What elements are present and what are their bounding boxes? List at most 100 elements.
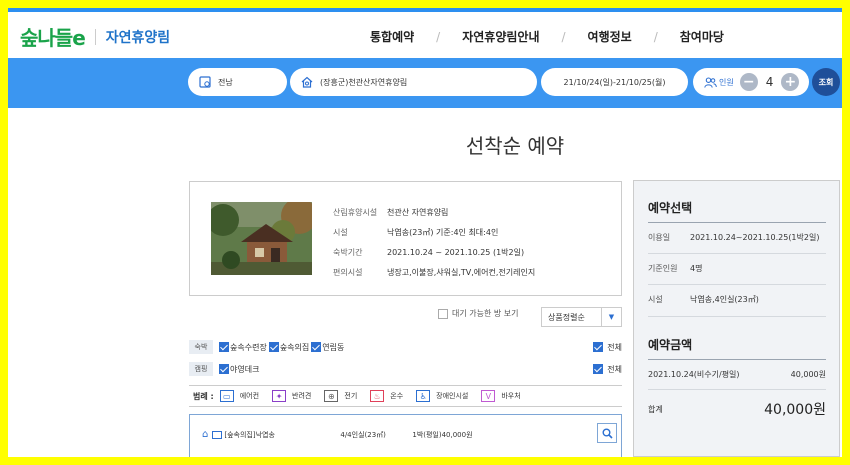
sidebar-value: 4명 — [690, 264, 703, 273]
option-label: 전체 — [607, 342, 622, 352]
option-camping-deck[interactable]: 야영데크 — [219, 364, 259, 375]
forest-select[interactable]: (장흥군)천관산자연휴양림 — [290, 68, 537, 96]
option-forest-training[interactable]: 숲속수련장 — [219, 342, 267, 353]
waiting-filter[interactable]: 대기 가능한 방 보기 — [438, 308, 519, 319]
query-button[interactable]: 조회 — [812, 68, 840, 96]
legend-text: 장애인시설 — [436, 392, 469, 400]
nav-item-travel[interactable]: 여행정보 — [588, 28, 632, 45]
info-row-room: 시설 낙엽송(23㎡) 기준:4인 최대:4인 — [333, 227, 535, 238]
legend-text: 바우처 — [501, 392, 521, 400]
option-label: 연립동 — [322, 342, 345, 352]
nav-separator: / — [561, 29, 566, 44]
legend-accessible: ♿ 장애인시설 — [416, 390, 468, 402]
select-title: 예약선택 — [648, 201, 693, 215]
search-bar: 전남 (장흥군)천관산자연휴양림 21/10/24(일)-21/10/25(월)… — [8, 58, 842, 108]
map-icon — [198, 75, 212, 89]
amount-title: 예약금액 — [648, 338, 693, 352]
divider — [648, 359, 826, 360]
facility-photo — [211, 202, 312, 275]
option-forest-house[interactable]: 숲속의집 — [268, 342, 309, 353]
home-icon: ⌂ — [202, 429, 209, 440]
site-name: 자연휴양림 — [105, 29, 171, 46]
sidebar-value: 2021.10.24~2021.10.25(1박2일) — [690, 233, 820, 242]
person-plus-button[interactable]: + — [781, 73, 800, 91]
amount-row: 2021.10.24(비수기/평일) 40,000원 — [648, 369, 826, 380]
sidebar-key: 시설 — [648, 295, 663, 304]
info-key: 숙박기간 — [333, 248, 363, 257]
info-key: 산림휴양시설 — [333, 208, 378, 217]
info-row-amenities: 편의시설 냉장고,이불장,샤워실,TV,에어컨,전기레인지 — [333, 267, 535, 278]
nav-separator: / — [653, 29, 658, 44]
waiting-label: 대기 가능한 방 보기 — [452, 309, 519, 318]
hot-spring-icon: ♨ — [370, 390, 385, 402]
total-row: 합계 40,000원 — [648, 399, 826, 419]
stay-tag: 숙박 — [189, 340, 213, 354]
legend-air-conditioner: ▭ 에어컨 — [219, 390, 260, 402]
search-icon — [602, 428, 613, 439]
divider — [648, 222, 826, 223]
logo-mark: 숲나들e — [20, 22, 86, 51]
info-key: 시설 — [333, 228, 348, 237]
stay-all-option[interactable]: 전체 — [593, 342, 622, 353]
option-label: 야영데크 — [230, 364, 260, 374]
person-counter: 인원 − 4 + — [693, 68, 809, 96]
info-key: 편의시설 — [333, 268, 363, 277]
checkbox[interactable] — [593, 342, 604, 352]
legend-electric: ⊕ 전기 — [324, 390, 357, 402]
facility-info-box: 산림휴양시설 천관산 자연휴양림 시설 낙엽송(23㎡) 기준:4인 최대:4인… — [189, 181, 622, 296]
legend-pet: ✦ 반려견 — [272, 390, 311, 402]
logo-text: 숲나들e — [20, 26, 86, 50]
total-label: 합계 — [648, 404, 663, 414]
facility-info-rows: 산림휴양시설 천관산 자연휴양림 시설 낙엽송(23㎡) 기준:4인 최대:4인… — [333, 207, 535, 287]
info-row-facility: 산림휴양시설 천관산 자연휴양림 — [333, 207, 535, 218]
date-range-select[interactable]: 21/10/24(일)-21/10/25(월) — [541, 68, 688, 96]
checkbox[interactable] — [219, 364, 229, 374]
room-search-button[interactable] — [597, 423, 617, 443]
logo[interactable]: 숲나들e 자연휴양림 — [20, 22, 170, 51]
legend: 범례 : ▭ 에어컨 ✦ 반려견 ⊕ 전기 ♨ 온수 ♿ 장애인시설 V 바우처 — [189, 385, 622, 407]
total-value: 40,000원 — [764, 402, 826, 418]
legend-text: 에어컨 — [239, 392, 260, 400]
room-name: [숲속의집]낙엽송 — [224, 430, 275, 439]
sidebar-row-people: 기준인원 4명 — [648, 263, 826, 274]
option-row-house[interactable]: 연립동 — [311, 342, 344, 353]
checkbox[interactable] — [268, 342, 279, 352]
room-list: ⌂ [숲속의집]낙엽송 4/4인실(23㎡) 1박(평일)40,000원 — [189, 414, 622, 457]
room-row[interactable]: ⌂ [숲속의집]낙엽송 4/4인실(23㎡) 1박(평일)40,000원 — [202, 429, 612, 440]
info-value: 낙엽송(23㎡) 기준:4인 최대:4인 — [387, 228, 499, 237]
accessible-icon: ♿ — [416, 390, 431, 402]
checkbox[interactable] — [593, 364, 604, 374]
option-label: 전체 — [607, 364, 622, 374]
info-value: 냉장고,이불장,샤워실,TV,에어컨,전기레인지 — [387, 268, 536, 277]
forest-value: (장흥군)천관산자연휴양림 — [320, 77, 408, 87]
waiting-checkbox[interactable] — [438, 308, 448, 319]
legend-text: 전기 — [344, 392, 358, 400]
legend-hot-water: ♨ 온수 — [370, 390, 403, 402]
nav-item-forest-info[interactable]: 자연휴양림안내 — [462, 28, 539, 45]
sort-select[interactable]: 상품정렬순 ▼ — [541, 307, 622, 327]
legend-label: 범례 : — [193, 391, 214, 401]
amount-value: 40,000원 — [790, 370, 826, 379]
air-conditioner-icon: ▭ — [219, 390, 234, 402]
camp-all-option[interactable]: 전체 — [593, 364, 622, 375]
nav-item-community[interactable]: 참여마당 — [680, 28, 724, 45]
room-price: 1박(평일)40,000원 — [412, 430, 473, 439]
room-size: 4/4인실(23㎡) — [340, 430, 386, 439]
person-count: 4 — [765, 75, 774, 89]
stay-options: 숙박 숲속수련장 숲속의집 연립동 전체 — [189, 338, 622, 356]
sidebar-row-facility: 시설 낙엽송,4인실(23㎡) — [648, 294, 826, 305]
page: 숲나들e 자연휴양림 통합예약 / 자연휴양림안내 / 여행정보 / 참여마당 … — [8, 8, 842, 457]
checkbox[interactable] — [311, 342, 322, 352]
divider — [648, 284, 826, 285]
nav-item-reservation[interactable]: 통합예약 — [370, 28, 414, 45]
logo-divider — [94, 28, 96, 45]
person-label: 인원 — [719, 77, 734, 87]
electric-icon: ⊕ — [324, 390, 339, 402]
air-conditioner-icon — [212, 430, 223, 439]
legend-text: 반려견 — [292, 392, 312, 400]
info-value: 천관산 자연휴양림 — [387, 208, 449, 217]
checkbox[interactable] — [219, 342, 229, 352]
region-select[interactable]: 전남 — [188, 68, 287, 96]
person-minus-button[interactable]: − — [739, 73, 758, 91]
sidebar-key: 기준인원 — [648, 264, 678, 273]
